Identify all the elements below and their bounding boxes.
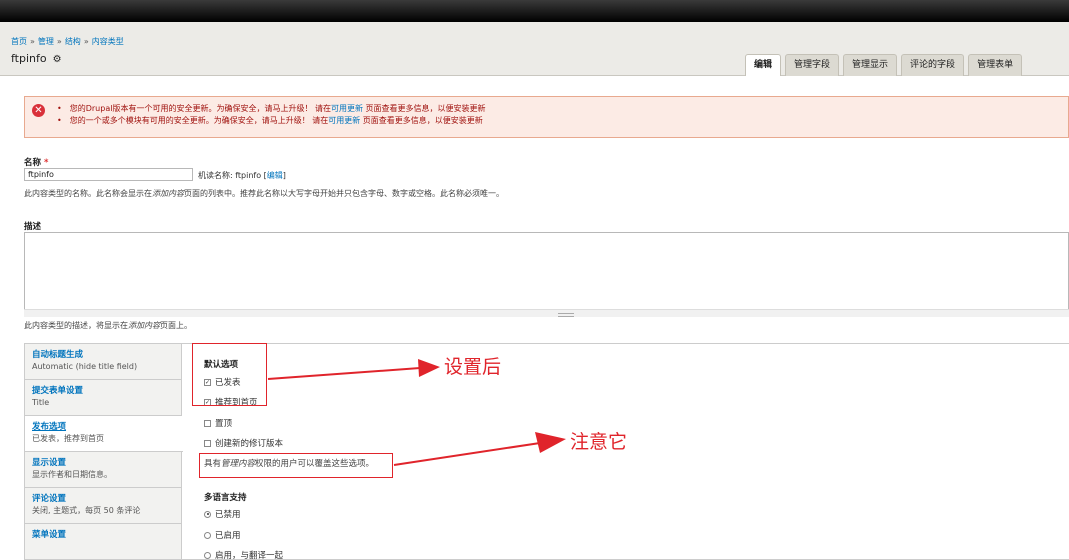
annotation-arrows (267, 359, 566, 466)
arrow-after-setting (267, 359, 440, 380)
annotation-after-setting: 设置后 (444, 356, 502, 378)
arrow-note-this (393, 432, 566, 466)
annotation-note-this: 注意它 (570, 431, 628, 453)
